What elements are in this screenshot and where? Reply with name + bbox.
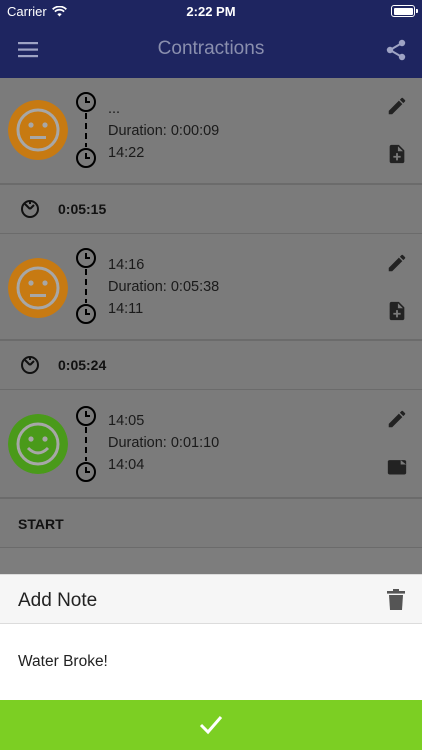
app-bar: Contractions bbox=[0, 22, 422, 78]
sheet-header: Add Note bbox=[0, 574, 422, 624]
page-title: Contractions bbox=[157, 38, 265, 59]
battery-icon bbox=[391, 5, 418, 17]
interval-row: 0:05:24 bbox=[0, 340, 422, 390]
interval-time: 0:05:24 bbox=[58, 357, 107, 373]
contraction-card[interactable]: 14:16 Duration: 0:05:38 14:11 bbox=[0, 234, 422, 340]
interval-time: 0:05:15 bbox=[58, 201, 107, 217]
note-add-icon[interactable] bbox=[386, 300, 408, 322]
timer-icon bbox=[21, 200, 39, 218]
confirm-button[interactable] bbox=[0, 700, 422, 750]
contraction-details: ... Duration: 0:00:09 14:22 bbox=[108, 98, 219, 164]
status-time: 2:22 PM bbox=[186, 4, 236, 19]
timeline-icon bbox=[76, 92, 96, 168]
note-icon[interactable] bbox=[386, 456, 408, 478]
contraction-card[interactable]: 14:05 Duration: 0:01:10 14:04 bbox=[0, 390, 422, 498]
neutral-face-icon bbox=[8, 258, 68, 318]
checkmark-icon bbox=[199, 716, 223, 735]
start-label: START bbox=[18, 516, 64, 532]
happy-face-icon bbox=[8, 414, 68, 474]
add-note-sheet: Add Note bbox=[0, 574, 422, 750]
note-input[interactable] bbox=[0, 624, 422, 700]
end-time: ... bbox=[108, 101, 121, 117]
duration-text: Duration: 0:05:38 bbox=[108, 279, 220, 295]
edit-icon[interactable] bbox=[386, 252, 408, 274]
duration-text: Duration: 0:01:10 bbox=[108, 435, 220, 451]
start-time: 14:04 bbox=[108, 457, 145, 473]
trash-icon[interactable] bbox=[386, 589, 406, 611]
interval-row: 0:05:15 bbox=[0, 184, 422, 234]
contractions-screen: Carrier 2:22 PM Contractions ... Duratio… bbox=[0, 0, 422, 750]
note-add-icon[interactable] bbox=[386, 143, 408, 165]
start-button[interactable]: START bbox=[0, 498, 422, 548]
status-bar: Carrier 2:22 PM bbox=[0, 0, 422, 22]
share-icon[interactable] bbox=[384, 38, 408, 62]
start-time: 14:11 bbox=[108, 301, 144, 317]
end-time: 14:16 bbox=[108, 257, 145, 273]
duration-text: Duration: 0:00:09 bbox=[108, 123, 220, 139]
start-time: 14:22 bbox=[108, 145, 145, 161]
edit-icon[interactable] bbox=[386, 95, 408, 117]
neutral-face-icon bbox=[8, 100, 68, 160]
contraction-details: 14:16 Duration: 0:05:38 14:11 bbox=[108, 254, 219, 320]
timeline-icon bbox=[76, 406, 96, 482]
sheet-title: Add Note bbox=[18, 590, 98, 611]
contraction-details: 14:05 Duration: 0:01:10 14:04 bbox=[108, 410, 219, 476]
edit-icon[interactable] bbox=[386, 408, 408, 430]
contraction-card[interactable]: ... Duration: 0:00:09 14:22 bbox=[0, 78, 422, 184]
end-time: 14:05 bbox=[108, 413, 145, 429]
timer-icon bbox=[21, 356, 39, 374]
timeline-icon bbox=[76, 248, 96, 324]
